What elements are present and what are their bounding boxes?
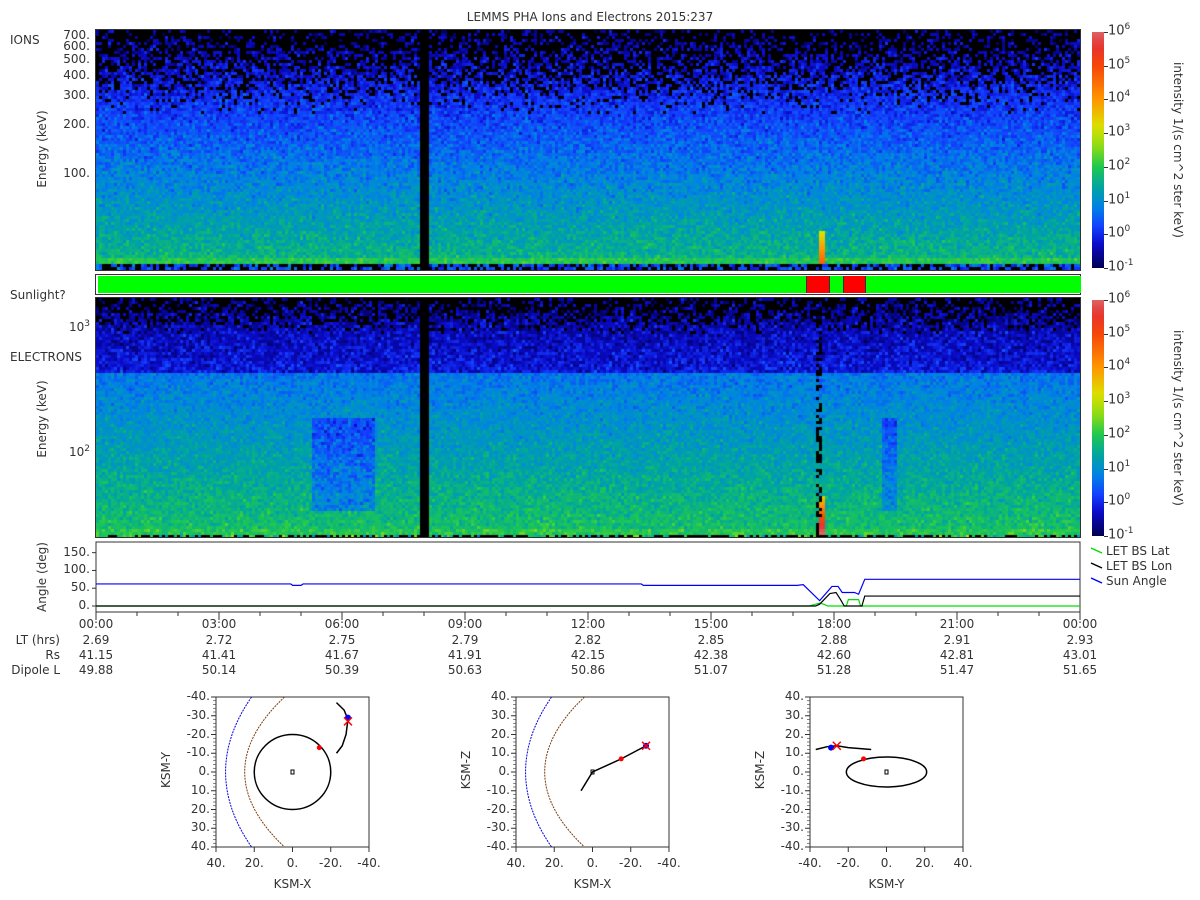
orbit-ytick-label: 30. [784,707,804,722]
orbit-xtick-label: -20. [619,856,643,870]
orbit-ytick-label: -20. [780,801,804,816]
magnetopause-curve [525,696,552,848]
orbit-ytick-label: 0. [198,764,210,778]
orbit-xtick-label: -40. [357,856,381,870]
trajectory-line [335,702,349,754]
orbit-ylabel: KSM-Z [753,750,767,790]
orbit-xtick-label: -20. [836,856,860,870]
orbit-ellipse [845,756,928,788]
orbit-plot-1 [211,696,370,852]
orbit-ytick-label: 10. [190,782,210,797]
orbit-xtick-label: 0. [586,856,599,870]
orbit-xtick-label: 40. [953,856,973,870]
orbit-xlabel: KSM-X [273,877,312,891]
orbit-ytick-label: 30. [190,820,210,835]
orbit-ylabel: KSM-Z [459,750,473,790]
orbit-ytick-label: -10. [780,782,804,797]
orbit-ytick-label: -30. [780,820,804,835]
saturn-marker [884,769,889,775]
orbit-ytick-label: -20. [486,801,510,816]
orbit-ytick-label: 10. [490,745,510,760]
orbit-xtick-label: 20. [544,856,564,870]
saturn-marker [290,769,295,775]
red-dot-marker [316,745,322,751]
angle-ytick-label: 100. [63,562,90,577]
orbit-ytick-label: 0. [792,764,804,778]
lemms-plot: LEMMS PHA Ions and Electrons 2015:237 IO… [0,0,1200,900]
orbit-xtick-label: -40. [657,856,681,870]
orbit-xtick-label: 0. [880,856,893,870]
orbit-ytick-label: 10. [784,745,804,760]
orbit-xlabel: KSM-X [573,877,612,891]
orbit-ytick-label: 40. [784,689,804,703]
orbit-ytick-label: -40. [186,689,210,703]
orbit-ytick-label: -30. [186,707,210,722]
orbit-xtick-label: 20. [915,856,935,870]
orbit-xlabel: KSM-Y [868,877,905,891]
orbit-frame [809,696,964,848]
trajectory-line [815,744,872,751]
orbit-ytick-label: -40. [486,839,510,853]
orbit-xtick-label: 0. [286,856,299,870]
orbit-ytick-label: 20. [190,801,210,816]
orbit-ytick-label: 20. [784,726,804,741]
red-dot-marker [861,756,867,762]
orbit-xtick-label: -20. [319,856,343,870]
orbit-xtick-label: 40. [506,856,526,870]
angle-ytick-label: 0. [78,598,90,612]
orbit-ytick-label: 0. [498,764,510,778]
bow-shock-curve [244,696,285,848]
orbit-ytick-label: -20. [186,726,210,741]
orbit-ytick-label: -10. [486,782,510,797]
trajectory-line [580,745,647,792]
orbit-ytick-label: -10. [186,745,210,760]
orbit-ytick-label: -30. [486,820,510,835]
orbit-ytick-label: 30. [490,707,510,722]
orbit-xtick-label: 40. [206,856,226,870]
orbit-plot-2 [511,696,670,852]
orbit-plot-3 [805,696,964,852]
magnetopause-curve [225,696,252,848]
orbit-ytick-label: 40. [490,689,510,703]
angle-ytick-label: 150. [63,544,90,559]
orbit-ytick-label: 20. [490,726,510,741]
orbit-ytick-label: 40. [190,839,210,853]
bow-shock-curve [544,696,585,848]
orbit-ylabel: KSM-Y [159,751,173,789]
orbit-xtick-label: 20. [244,856,264,870]
angle-ytick-label: 50. [70,580,90,595]
red-dot-marker [618,756,624,762]
orbit-ytick-label: -40. [780,839,804,853]
orbit-xtick-label: -40. [798,856,822,870]
